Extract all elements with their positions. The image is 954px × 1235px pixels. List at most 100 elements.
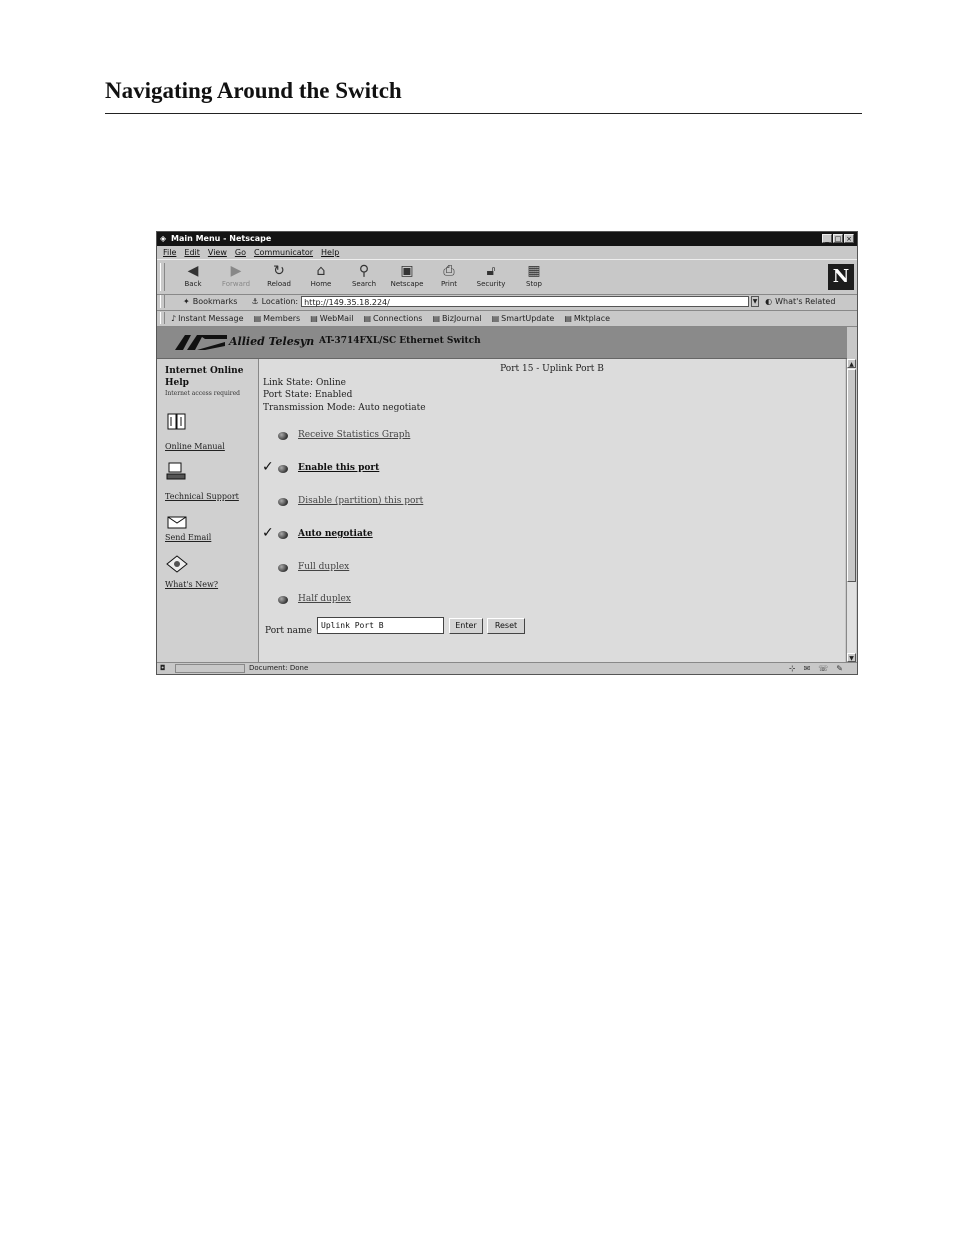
location-label: ⚓︎ Location: <box>251 297 299 306</box>
help-heading: Internet Online Help <box>165 366 244 388</box>
auto-negotiate-link[interactable]: Auto negotiate <box>298 529 373 539</box>
full-duplex-link[interactable]: Full duplex <box>298 562 349 572</box>
url-dropdown-button[interactable]: ▼ <box>751 296 760 307</box>
mktplace-link[interactable]: ▤ Mktplace <box>564 314 610 323</box>
scroll-up-icon[interactable]: ▲ <box>847 359 856 368</box>
bookmarks-button[interactable]: ✦ Bookmarks <box>183 297 237 306</box>
send-email-link[interactable]: Send Email <box>165 533 211 542</box>
enter-button[interactable]: Enter <box>449 618 483 634</box>
bullet-icon <box>278 596 288 604</box>
computer-icon <box>166 462 186 480</box>
forward-button[interactable]: ▶ Forward <box>216 262 256 292</box>
netscape-icon: ▣ <box>400 263 414 279</box>
stop-button[interactable]: ▦ Stop <box>514 262 554 292</box>
folder-icon: ▤ <box>253 313 262 323</box>
bullet-icon <box>278 531 288 539</box>
security-button[interactable]: 🔓︎ Security <box>471 262 511 292</box>
scroll-down-icon[interactable]: ▼ <box>847 653 856 662</box>
title-bar: ◈ Main Menu - Netscape _ □ × <box>157 232 857 246</box>
back-button[interactable]: ◀ Back <box>173 262 213 292</box>
browser-window: ◈ Main Menu - Netscape _ □ × File Edit V… <box>156 231 858 675</box>
help-note: Internet access required <box>165 390 241 397</box>
reset-button[interactable]: Reset <box>487 618 525 634</box>
progress-indicator <box>175 664 245 673</box>
receive-statistics-link[interactable]: Receive Statistics Graph <box>298 430 410 440</box>
netscape-logo[interactable]: N <box>828 264 854 290</box>
component-tray: ⊹ ✉ ☏ ✎ <box>789 664 843 673</box>
menu-view[interactable]: View <box>208 248 227 257</box>
smartupdate-link[interactable]: ▤ SmartUpdate <box>492 314 555 323</box>
bullet-icon <box>278 465 288 473</box>
minimize-button[interactable]: _ <box>822 234 832 243</box>
home-icon: ⌂ <box>316 263 326 279</box>
personal-toolbar: ♪ Instant Message ▤ Members ▤ WebMail ▤ Conn… <box>157 310 857 327</box>
bullet-icon <box>278 498 288 506</box>
navigator-icon[interactable]: ⊹ <box>789 664 796 673</box>
port-config-frame: Port 15 - Uplink Port B Link State: Onli… <box>259 359 845 662</box>
status-text: Document: Done <box>249 664 309 672</box>
search-button[interactable]: ⚲ Search <box>344 262 384 292</box>
page-heading: Navigating Around the Switch <box>105 78 402 103</box>
bizjournal-link[interactable]: ▤ BizJournal <box>432 314 481 323</box>
port-title: Port 15 - Uplink Port B <box>500 364 604 374</box>
search-icon: ⚲ <box>358 263 370 279</box>
stop-icon: ▦ <box>527 263 541 279</box>
folder-icon: ▤ <box>363 313 372 323</box>
connections-link[interactable]: ▤ Connections <box>363 314 422 323</box>
close-button[interactable]: × <box>844 234 854 243</box>
port-state: Port State: Enabled <box>263 390 353 400</box>
heading-rule <box>105 113 862 114</box>
technical-support-link[interactable]: Technical Support <box>165 492 239 501</box>
reload-icon: ↻ <box>273 263 285 279</box>
instant-message-link[interactable]: ♪ Instant Message <box>171 314 244 323</box>
half-duplex-link[interactable]: Half duplex <box>298 594 351 604</box>
toolbar-grip[interactable] <box>160 263 165 291</box>
whats-new-link[interactable]: What's New? <box>165 580 218 589</box>
bookmark-icon: ✦ <box>183 297 190 306</box>
port-name-input[interactable]: Uplink Port B <box>317 617 444 634</box>
webmail-link[interactable]: ▤ WebMail <box>310 314 353 323</box>
folder-icon: ▤ <box>564 313 572 323</box>
members-link[interactable]: ▤ Members <box>254 314 301 323</box>
toolbar-grip[interactable] <box>160 312 165 324</box>
discussion-icon[interactable]: ☏ <box>818 664 828 673</box>
enable-port-link[interactable]: Enable this port <box>298 463 379 473</box>
netscape-button[interactable]: ▣ Netscape <box>387 262 427 292</box>
reload-button[interactable]: ↻ Reload <box>259 262 299 292</box>
online-manual-link[interactable]: Online Manual <box>165 442 225 451</box>
menu-file[interactable]: File <box>163 248 176 257</box>
menu-communicator[interactable]: Communicator <box>254 248 313 257</box>
vertical-scrollbar[interactable]: ▲ ▼ <box>846 359 856 662</box>
navigation-toolbar: ◀ Back ▶ Forward ↻ Reload ⌂ Home ⚲ Searc… <box>157 259 857 295</box>
scroll-thumb[interactable] <box>847 369 856 582</box>
checkmark-icon: ✓ <box>262 459 274 475</box>
bullet-icon <box>278 564 288 572</box>
print-button[interactable]: ⎙ Print <box>429 262 469 292</box>
whats-related-button[interactable]: ◐ What's Related <box>765 297 835 306</box>
menu-help[interactable]: Help <box>321 248 339 257</box>
window-controls: _ □ × <box>822 234 854 243</box>
composer-icon[interactable]: ✎ <box>836 664 843 673</box>
product-title: AT-3714FXL/SC Ethernet Switch <box>319 336 481 346</box>
instant-message-icon: ♪ <box>171 313 177 323</box>
folder-icon: ▤ <box>310 313 318 323</box>
lock-icon: 🔓︎ <box>486 263 496 279</box>
brand-name: Allied Telesyn <box>229 335 315 348</box>
window-title: Main Menu - Netscape <box>171 234 272 243</box>
menu-go[interactable]: Go <box>235 248 246 257</box>
url-input[interactable]: http://149.35.18.224/ <box>301 296 750 307</box>
disable-port-link[interactable]: Disable (partition) this port <box>298 496 423 506</box>
home-button[interactable]: ⌂ Home <box>301 262 341 292</box>
maximize-button[interactable]: □ <box>833 234 843 243</box>
related-icon: ◐ <box>765 297 773 306</box>
mail-icon[interactable]: ✉ <box>804 664 811 673</box>
back-arrow-icon: ◀ <box>187 263 199 279</box>
help-frame: Internet Online Help Internet access req… <box>157 359 259 662</box>
menu-edit[interactable]: Edit <box>184 248 200 257</box>
page-proxy-icon[interactable]: ⚓︎ <box>251 297 258 306</box>
toolbar-grip[interactable] <box>160 295 165 308</box>
envelope-icon <box>167 516 187 529</box>
connection-status-icon: ◘ <box>160 664 166 672</box>
printer-icon: ⎙ <box>443 263 455 279</box>
link-state: Link State: Online <box>263 378 347 388</box>
